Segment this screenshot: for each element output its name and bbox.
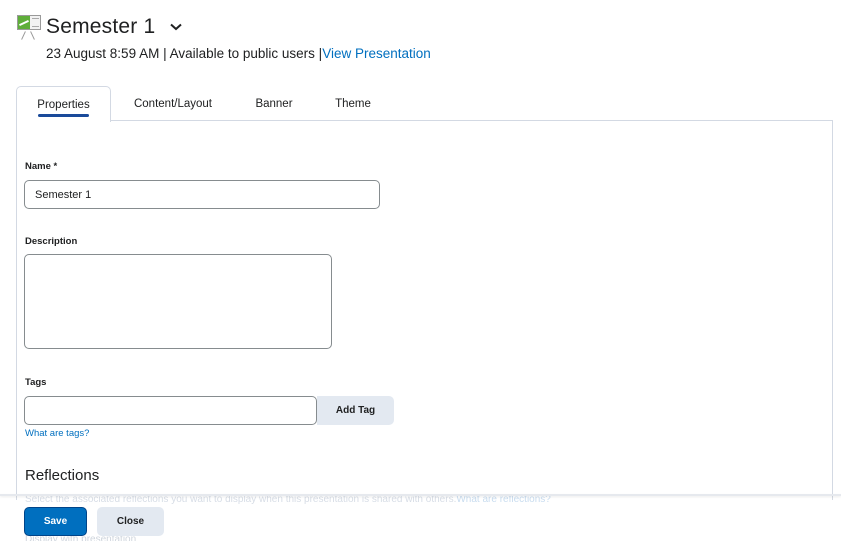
add-tag-button[interactable]: Add Tag [317,396,394,425]
meta-text: 23 August 8:59 AM | Available to public … [46,46,323,61]
tab-label: Content/Layout [133,97,212,110]
name-label: Name * [25,161,58,172]
name-input-value: Semester 1 [35,188,92,201]
tags-label: Tags [25,377,47,388]
tab-label: Banner [255,97,293,110]
description-textarea[interactable] [24,254,332,349]
close-button[interactable]: Close [97,507,164,536]
page-header: Semester 1 23 August 8:59 AM | Available… [16,12,431,61]
description-label: Description [25,236,78,247]
save-button[interactable]: Save [24,507,87,536]
tab-content-layout[interactable]: Content/Layout [111,86,235,121]
active-tab-indicator [38,114,89,117]
tab-properties[interactable]: Properties [16,86,111,122]
reflections-heading: Reflections [25,467,100,484]
tab-label: Theme [335,97,371,110]
view-presentation-link[interactable]: View Presentation [322,46,431,61]
page-title: Semester 1 [46,15,156,38]
name-input[interactable]: Semester 1 [24,180,380,209]
presentation-board-icon [16,13,42,41]
what-are-tags-link[interactable]: What are tags? [25,428,89,439]
title-row: Semester 1 [16,12,431,42]
tab-label: Properties [37,98,90,111]
presentation-meta: 23 August 8:59 AM | Available to public … [46,46,431,61]
chevron-down-icon[interactable] [169,20,183,34]
tab-banner[interactable]: Banner [235,86,313,121]
tab-bar: Properties Content/Layout Banner Theme [16,86,393,122]
footer-divider [0,494,841,496]
tab-theme[interactable]: Theme [313,86,393,121]
tags-input[interactable] [24,396,317,425]
